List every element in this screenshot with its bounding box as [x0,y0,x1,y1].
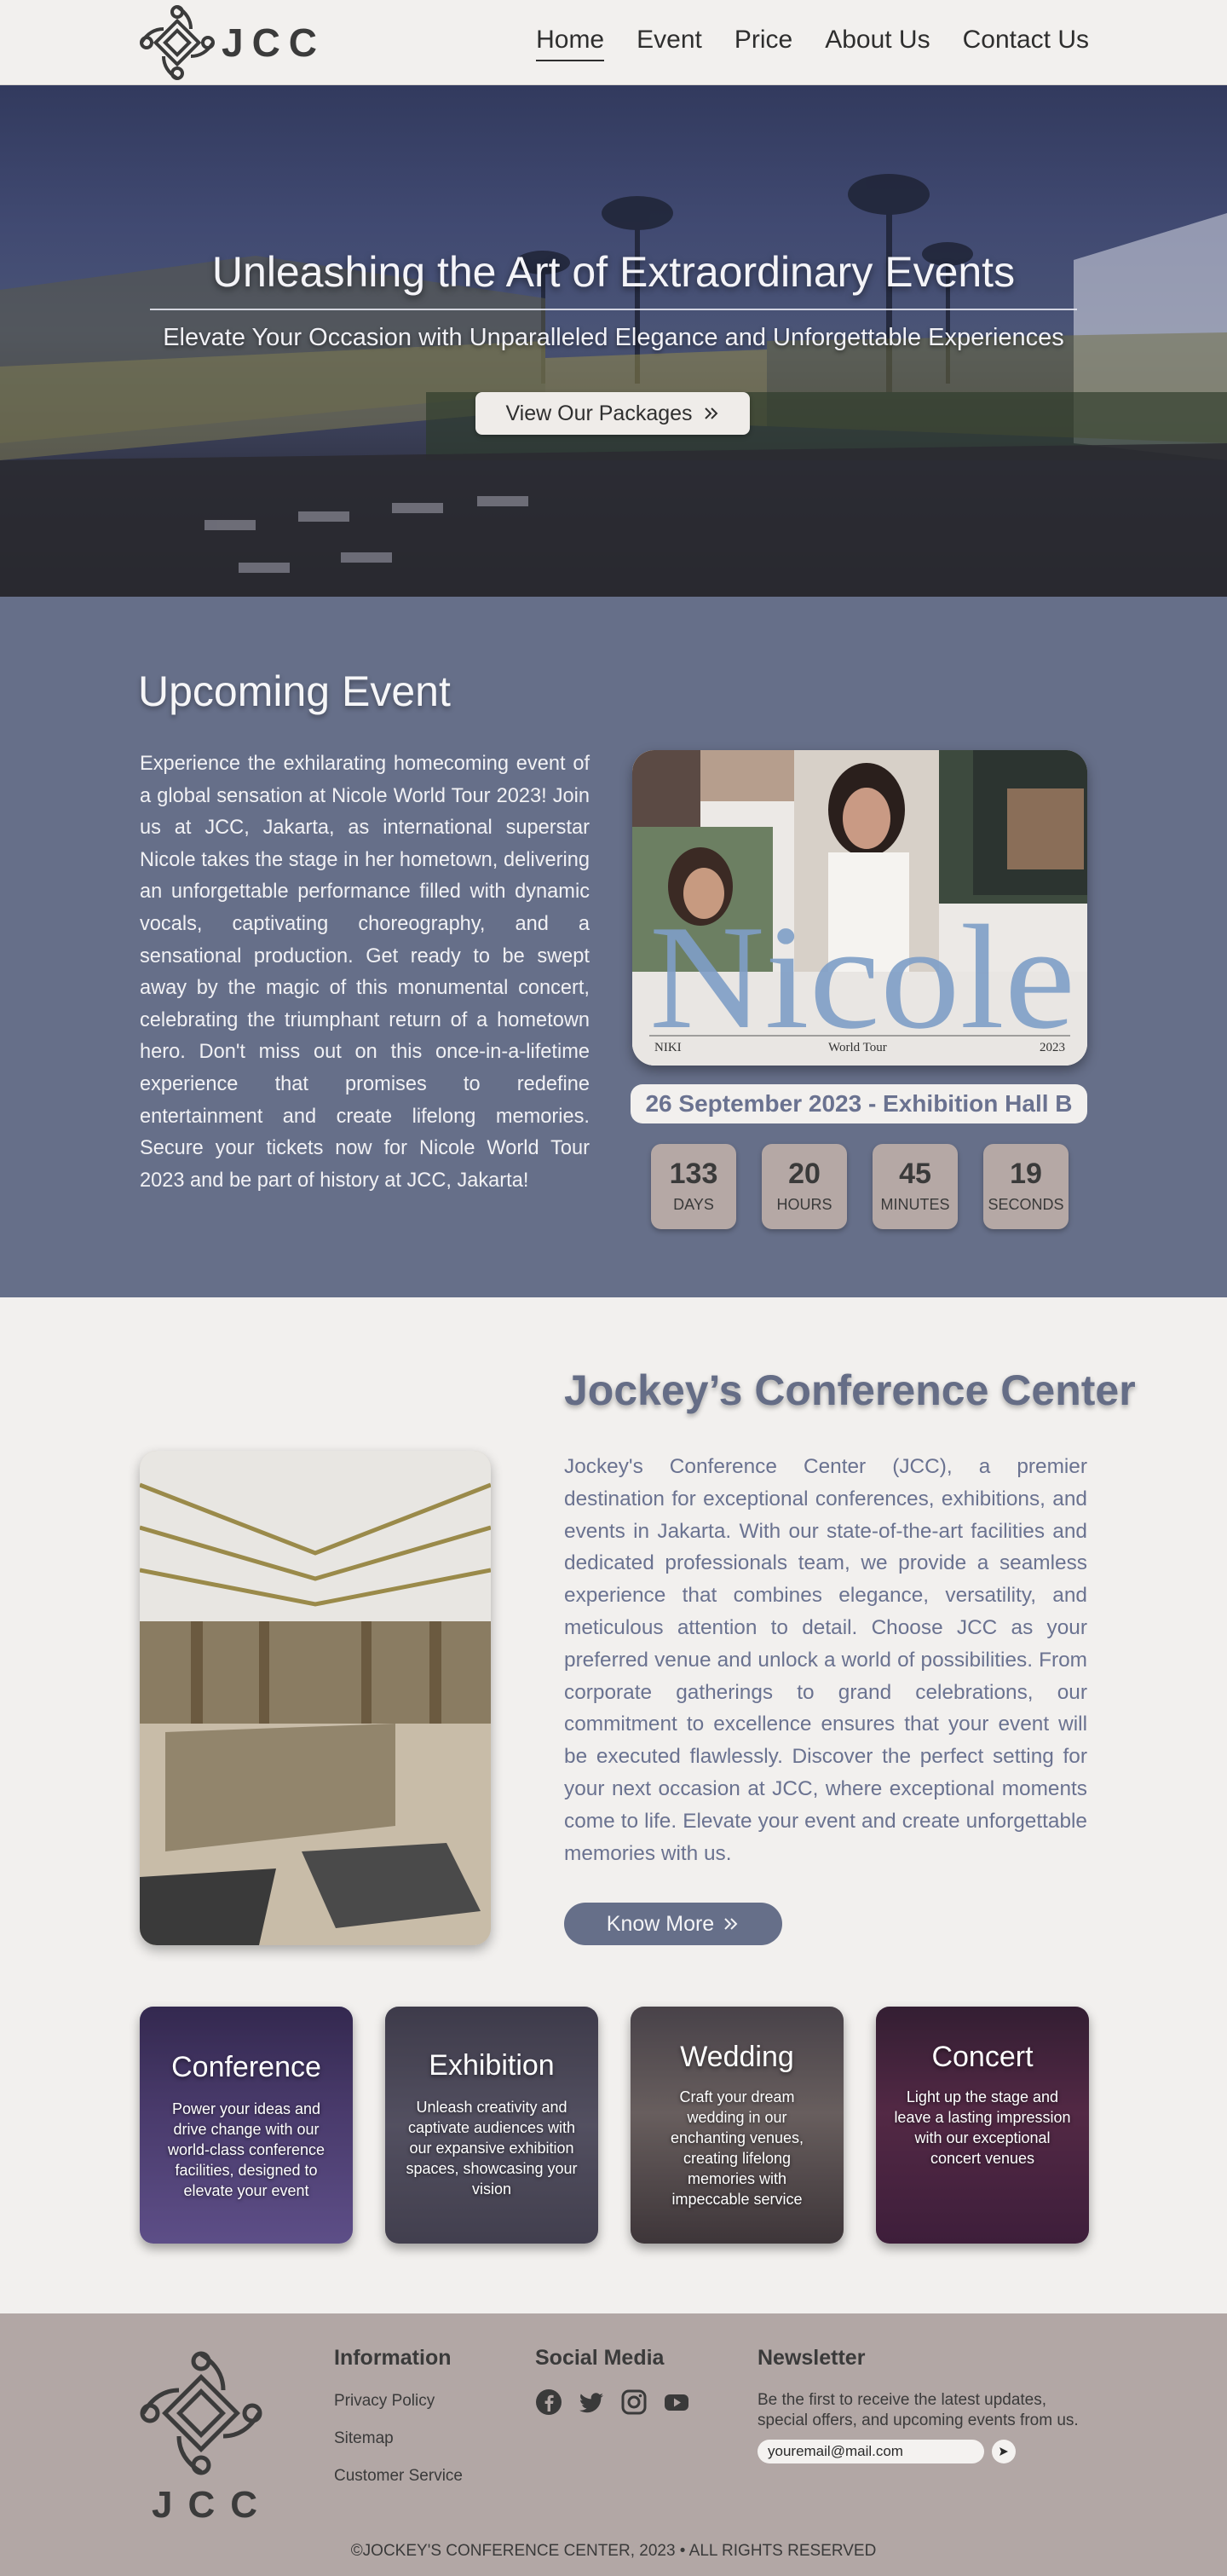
jcc-logo[interactable]: JCC [138,3,325,82]
countdown-days-label: DAYS [673,1196,714,1213]
service-card-wedding[interactable]: Wedding Craft your dream wedding in our … [631,2007,844,2244]
countdown-hours: 20 HOURS [762,1144,847,1229]
hero-divider [150,309,1077,310]
footer-logo-text: JCC [152,2484,274,2526]
countdown-minutes-value: 45 [899,1158,931,1190]
instagram-icon[interactable] [620,2388,648,2416]
hero-banner: Unleashing the Art of Extraordinary Even… [0,85,1227,597]
double-chevron-right-icon [704,407,717,419]
newsletter-text: Be the first to receive the latest updat… [758,2391,1079,2429]
countdown-days: 133 DAYS [651,1144,736,1229]
countdown-minutes: 45 MINUTES [873,1144,958,1229]
countdown-seconds: 19 SECONDS [983,1144,1069,1229]
main-menu: Home Event Price About Us Contact Us [536,26,1089,61]
hero-title: Unleashing the Art of Extraordinary Even… [211,248,1016,296]
poster-name-text: Nicole [649,894,1075,1060]
countdown-days-value: 133 [669,1158,718,1190]
nav-contact-us[interactable]: Contact Us [963,26,1089,61]
countdown-seconds-label: SECONDS [988,1196,1064,1213]
service-card-text: Power your ideas and drive change with o… [167,2100,325,2199]
venue-hall-illustration [140,1451,491,1945]
customer-service-link[interactable]: Customer Service [334,2467,463,2486]
upcoming-event-title: Upcoming Event [138,667,451,715]
service-card-conference[interactable]: Conference Power your ideas and drive ch… [140,2007,353,2244]
top-navbar: JCC Home Event Price About Us Contact Us [0,0,1227,85]
service-card-title: Exhibition [429,2049,555,2082]
countdown-minutes-label: MINUTES [880,1196,950,1213]
nav-price[interactable]: Price [734,26,792,61]
know-more-button[interactable]: Know More [564,1903,782,1945]
copyright-text: ©JOCKEY'S CONFERENCE CENTER, 2023 • ALL … [350,2542,877,2560]
site-footer: JCC Information Privacy Policy Sitemap C… [0,2313,1227,2576]
twitter-icon[interactable] [578,2388,605,2416]
countdown-hours-label: HOURS [776,1196,832,1213]
upcoming-event-description: Experience the exhilarating homecoming e… [140,753,590,1192]
jcc-logo-icon [140,5,215,80]
hero-subtitle: Elevate Your Occasion with Unparalleled … [163,324,1064,351]
nav-event[interactable]: Event [637,26,702,61]
poster-right-label: 2023 [1040,1041,1065,1054]
service-card-concert[interactable]: Concert Light up the stage and leave a l… [876,2007,1089,2244]
service-card-exhibition[interactable]: Exhibition Unleash creativity and captiv… [385,2007,598,2244]
know-more-label: Know More [606,1911,715,1936]
newsletter-heading: Newsletter [758,2346,866,2370]
send-arrow-icon [999,2447,1008,2456]
view-packages-button[interactable]: View Our Packages [475,392,750,435]
upcoming-event-section: Upcoming Event Experience the exhilarati… [0,597,1227,1297]
logo-text: JCC [222,20,326,65]
view-packages-label: View Our Packages [505,401,693,425]
newsletter-email-input[interactable] [758,2440,984,2463]
about-description: Jockey's Conference Center (JCC), a prem… [564,1455,1087,1865]
countdown-hours-value: 20 [788,1158,821,1190]
event-poster-image: Nicole NIKI World Tour 2023 [632,750,1087,1066]
jcc-logo-icon [140,2351,262,2475]
service-card-title: Conference [171,2051,321,2083]
youtube-icon[interactable] [663,2388,690,2416]
service-card-text: Craft your dream wedding in our enchanti… [670,2088,804,2208]
service-card-text: Unleash creativity and captivate audienc… [406,2099,578,2198]
service-card-text: Light up the stage and leave a lasting i… [894,2088,1071,2167]
information-heading: Information [334,2346,452,2370]
nav-about-us[interactable]: About Us [825,26,930,61]
venue-interior-image [140,1451,491,1945]
event-poster[interactable]: Nicole NIKI World Tour 2023 [632,750,1087,1066]
sitemap-link[interactable]: Sitemap [334,2429,394,2448]
service-card-title: Concert [931,2041,1034,2073]
about-title: Jockey’s Conference Center [564,1366,1136,1414]
poster-left-label: NIKI [654,1041,682,1054]
service-card-title: Wedding [680,2041,794,2073]
event-date-badge: 26 September 2023 - Exhibition Hall B [631,1084,1087,1123]
nav-home[interactable]: Home [536,26,605,61]
privacy-policy-link[interactable]: Privacy Policy [334,2392,435,2411]
newsletter-submit-button[interactable] [992,2440,1016,2463]
countdown-seconds-value: 19 [1010,1158,1042,1190]
social-icons [535,2388,690,2416]
poster-center-label: World Tour [828,1041,887,1054]
double-chevron-right-icon [724,1918,738,1930]
social-media-heading: Social Media [535,2346,665,2370]
facebook-icon[interactable] [535,2388,562,2416]
